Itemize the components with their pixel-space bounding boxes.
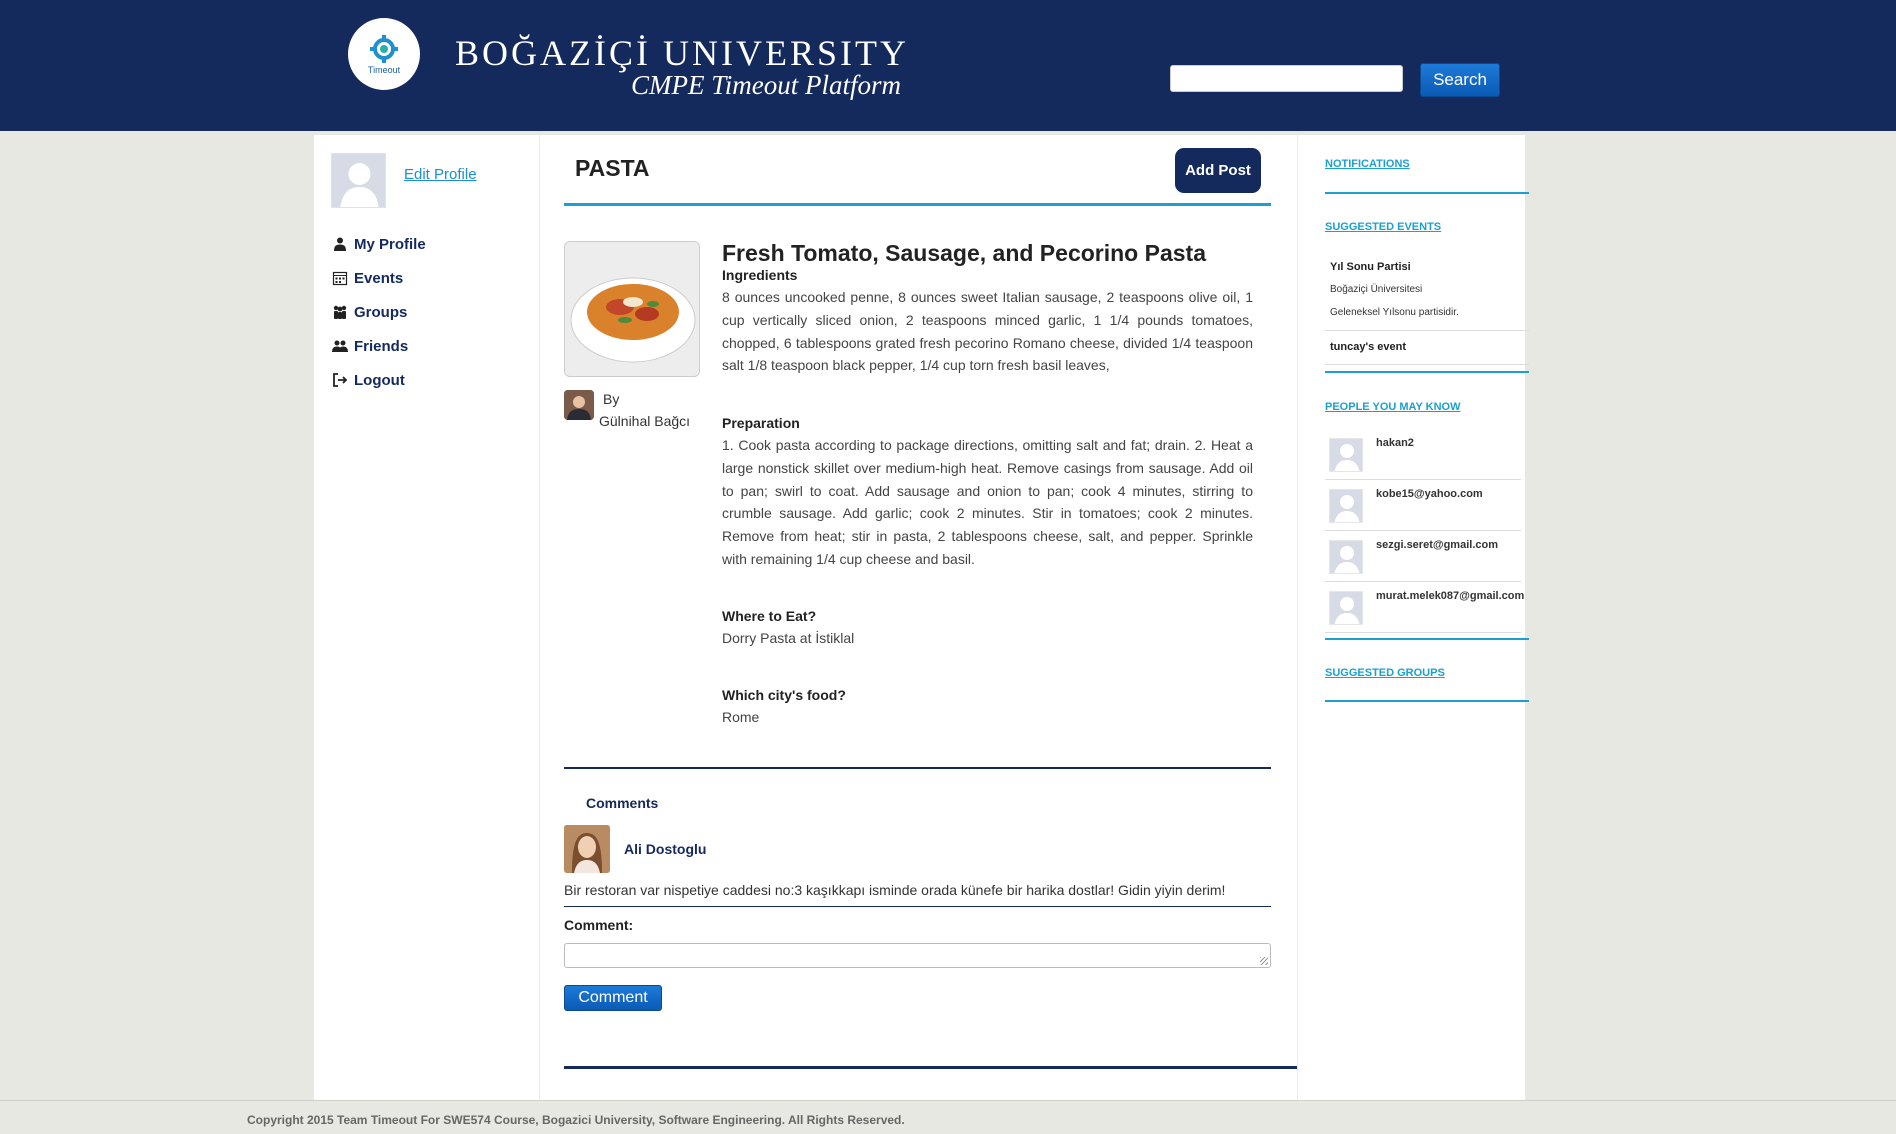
- sidebar-item-label: Friends: [354, 337, 409, 355]
- person-avatar: [1329, 489, 1363, 523]
- profile-avatar[interactable]: [331, 153, 386, 208]
- sidebar-item-friends[interactable]: Friends: [331, 329, 426, 363]
- brand-title: BOĞAZİÇİ UNIVERSITY: [455, 33, 909, 73]
- user-icon: [331, 235, 349, 253]
- sidebar-item-groups[interactable]: Groups: [331, 295, 426, 329]
- suggested-events-link[interactable]: SUGGESTED EVENTS: [1325, 221, 1441, 233]
- main-container: Edit Profile My Profile Events Groups Fr…: [314, 135, 1529, 1100]
- person-name: kobe15@yahoo.com: [1376, 488, 1483, 500]
- calendar-icon: [331, 269, 349, 287]
- person-divider: [1325, 632, 1521, 633]
- person-item[interactable]: sezgi.seret@gmail.com: [1329, 537, 1529, 585]
- post-image[interactable]: [564, 241, 700, 377]
- event-title[interactable]: tuncay's event: [1330, 341, 1406, 353]
- comment-divider: [564, 906, 1271, 907]
- comments-title: Comments: [586, 795, 659, 811]
- site-logo[interactable]: Timeout: [348, 18, 420, 90]
- comment-author[interactable]: Ali Dostoglu: [624, 841, 706, 857]
- event-line: Boğaziçi Üniversitesi: [1330, 284, 1423, 295]
- content-bottom-divider: [564, 1066, 1297, 1069]
- notifications-link[interactable]: NOTIFICATIONS: [1325, 158, 1410, 170]
- event-divider: [1325, 364, 1529, 365]
- add-post-button[interactable]: Add Post: [1175, 148, 1261, 193]
- sidebar-item-events[interactable]: Events: [331, 261, 426, 295]
- sidebar-item-my-profile[interactable]: My Profile: [331, 227, 426, 261]
- person-item[interactable]: hakan2: [1329, 435, 1529, 483]
- sidebar-item-logout[interactable]: Logout: [331, 363, 426, 397]
- logout-icon: [331, 371, 349, 389]
- where-heading: Where to Eat?: [722, 608, 817, 624]
- author-avatar[interactable]: [564, 390, 594, 420]
- city-heading: Which city's food?: [722, 687, 846, 703]
- where-section: Where to Eat? Dorry Pasta at İstiklal: [722, 605, 1253, 650]
- post-divider: [564, 767, 1271, 769]
- event-title[interactable]: Yıl Sonu Partisi: [1330, 261, 1411, 273]
- section-divider: [1325, 192, 1529, 194]
- section-divider: [1325, 371, 1529, 373]
- site-header: Timeout BOĞAZİÇİ UNIVERSITY CMPE Timeout…: [0, 0, 1896, 131]
- by-label: By: [603, 391, 620, 407]
- search-input[interactable]: [1170, 65, 1403, 92]
- ingredients-text: 8 ounces uncooked penne, 8 ounces sweet …: [722, 289, 1253, 374]
- sidebar-item-label: Logout: [354, 371, 405, 389]
- people-you-may-know-link[interactable]: PEOPLE YOU MAY KNOW: [1325, 401, 1461, 413]
- commenter-avatar[interactable]: [564, 825, 610, 873]
- comment-submit-button[interactable]: Comment: [564, 985, 662, 1011]
- page-title: PASTA: [575, 155, 650, 181]
- sidebar-item-label: My Profile: [354, 235, 426, 253]
- preparation-text: 1. Cook pasta according to package direc…: [722, 437, 1253, 567]
- sidebar-item-label: Groups: [354, 303, 408, 321]
- person-name: hakan2: [1376, 437, 1414, 449]
- footer-copyright: Copyright 2015 Team Timeout For SWE574 C…: [247, 1113, 905, 1127]
- post-title: Fresh Tomato, Sausage, and Pecorino Past…: [722, 240, 1206, 266]
- gear-logo-icon: [364, 33, 404, 67]
- brand-subtitle: CMPE Timeout Platform: [631, 70, 901, 100]
- suggested-groups-link[interactable]: SUGGESTED GROUPS: [1325, 667, 1445, 679]
- city-text: Rome: [722, 709, 760, 725]
- person-divider: [1325, 530, 1521, 531]
- resize-grip-icon[interactable]: [1260, 957, 1268, 965]
- section-divider: [1325, 638, 1529, 640]
- person-name: sezgi.seret@gmail.com: [1376, 539, 1498, 551]
- group-icon: [331, 303, 349, 321]
- person-divider: [1325, 581, 1521, 582]
- person-avatar: [1329, 438, 1363, 472]
- person-avatar: [1329, 540, 1363, 574]
- comment-label: Comment:: [564, 917, 634, 933]
- where-text: Dorry Pasta at İstiklal: [722, 630, 855, 646]
- event-line: Geleneksel Yılsonu partisidir.: [1330, 307, 1459, 318]
- title-divider: [564, 203, 1271, 206]
- main-content: PASTA Add Post By Gülnihal Bağcı Fresh T…: [540, 135, 1297, 1100]
- person-avatar: [1329, 591, 1363, 625]
- ingredients-section: Ingredients 8 ounces uncooked penne, 8 o…: [722, 264, 1253, 377]
- comment-text: Bir restoran var nispetiye caddesi no:3 …: [564, 882, 1226, 898]
- sidebar-item-label: Events: [354, 269, 404, 287]
- section-divider: [1325, 700, 1529, 702]
- sidebar-nav: My Profile Events Groups Friends Logout: [331, 227, 426, 397]
- event-divider: [1325, 330, 1529, 331]
- search-button[interactable]: Search: [1420, 63, 1500, 97]
- ingredients-heading: Ingredients: [722, 267, 798, 283]
- preparation-heading: Preparation: [722, 415, 800, 431]
- person-name: murat.melek087@gmail.com: [1376, 590, 1525, 602]
- person-divider: [1325, 479, 1521, 480]
- city-section: Which city's food? Rome: [722, 684, 1253, 729]
- preparation-section: Preparation 1. Cook pasta according to p…: [722, 412, 1253, 571]
- site-footer: Copyright 2015 Team Timeout For SWE574 C…: [0, 1100, 1896, 1134]
- right-sidebar: NOTIFICATIONS SUGGESTED EVENTS Yıl Sonu …: [1297, 135, 1529, 1100]
- person-item[interactable]: kobe15@yahoo.com: [1329, 486, 1529, 534]
- comment-textarea[interactable]: [564, 943, 1271, 968]
- post-author[interactable]: Gülnihal Bağcı: [599, 413, 690, 429]
- friends-icon: [331, 337, 349, 355]
- person-item[interactable]: murat.melek087@gmail.com: [1329, 588, 1529, 636]
- edit-profile-link[interactable]: Edit Profile: [404, 166, 477, 183]
- left-sidebar: Edit Profile My Profile Events Groups Fr…: [314, 135, 540, 1100]
